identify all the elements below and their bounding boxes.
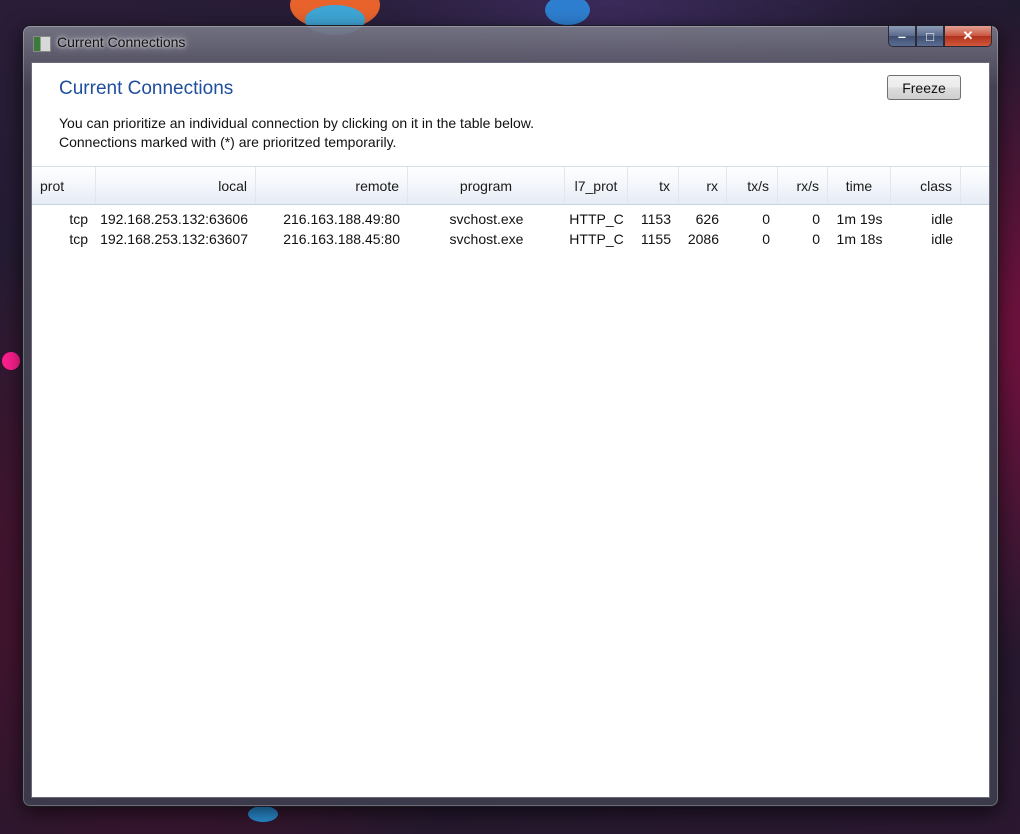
title-bar[interactable]: Current Connections ‒ □ ✕: [23, 26, 998, 60]
table-header: prot local remote program l7_prot tx rx …: [32, 166, 989, 205]
freeze-button[interactable]: Freeze: [887, 75, 961, 100]
wallpaper-decoration: [2, 352, 20, 370]
page-title: Current Connections: [59, 78, 234, 99]
column-header-time[interactable]: time: [828, 167, 891, 204]
column-header-program[interactable]: program: [408, 167, 565, 204]
cell-tx-per-s: 0: [762, 231, 770, 247]
app-icon: [33, 36, 51, 52]
cell-tx-per-s: 0: [762, 211, 770, 227]
cell-class: idle: [931, 211, 953, 227]
window-title: Current Connections: [57, 34, 186, 50]
column-header-remote[interactable]: remote: [256, 167, 408, 204]
cell-class: idle: [931, 231, 953, 247]
column-header-prot[interactable]: prot: [32, 167, 96, 204]
connections-table: prot local remote program l7_prot tx rx …: [32, 166, 989, 249]
column-header-rx-per-s[interactable]: rx/s: [778, 167, 828, 204]
maximize-button[interactable]: □: [916, 26, 944, 47]
cell-local: 192.168.253.132:63606: [100, 211, 248, 227]
cell-remote: 216.163.188.45:80: [283, 231, 400, 247]
close-button[interactable]: ✕: [944, 26, 992, 47]
cell-local: 192.168.253.132:63607: [100, 231, 248, 247]
cell-prot: tcp: [69, 211, 88, 227]
cell-rx-per-s: 0: [812, 211, 820, 227]
current-connections-window: Current Connections ‒ □ ✕ Current Connec…: [22, 25, 999, 807]
wallpaper-decoration: [248, 806, 278, 822]
cell-tx: 1153: [640, 211, 671, 227]
cell-rx: 2086: [687, 231, 719, 247]
cell-time: 1m 18s: [836, 231, 883, 247]
caption-buttons: ‒ □ ✕: [888, 26, 992, 48]
description-line-1: You can prioritize an individual connect…: [59, 115, 535, 131]
table-row[interactable]: tcp 192.168.253.132:63607 216.163.188.45…: [32, 229, 989, 249]
column-header-rx[interactable]: rx: [679, 167, 727, 204]
table-row[interactable]: tcp 192.168.253.132:63606 216.163.188.49…: [32, 209, 989, 229]
client-area: Current Connections You can prioritize a…: [31, 62, 990, 798]
minimize-button[interactable]: ‒: [888, 26, 916, 47]
cell-l7-prot: HTTP_C: [569, 211, 624, 227]
column-header-tx[interactable]: tx: [628, 167, 679, 204]
cell-time: 1m 19s: [836, 211, 883, 227]
cell-remote: 216.163.188.49:80: [283, 211, 400, 227]
column-header-tx-per-s[interactable]: tx/s: [727, 167, 778, 204]
cell-rx-per-s: 0: [812, 231, 820, 247]
cell-prot: tcp: [69, 231, 88, 247]
cell-program: svchost.exe: [449, 231, 524, 247]
cell-l7-prot: HTTP_C: [569, 231, 624, 247]
column-header-l7-prot[interactable]: l7_prot: [565, 167, 628, 204]
cell-tx: 1155: [640, 231, 671, 247]
column-header-local[interactable]: local: [96, 167, 256, 204]
wallpaper-decoration: [545, 0, 590, 25]
cell-rx: 626: [695, 211, 719, 227]
description: You can prioritize an individual connect…: [59, 114, 534, 152]
column-header-class[interactable]: class: [891, 167, 961, 204]
cell-program: svchost.exe: [449, 211, 524, 227]
description-line-2: Connections marked with (*) are prioritz…: [59, 134, 397, 150]
